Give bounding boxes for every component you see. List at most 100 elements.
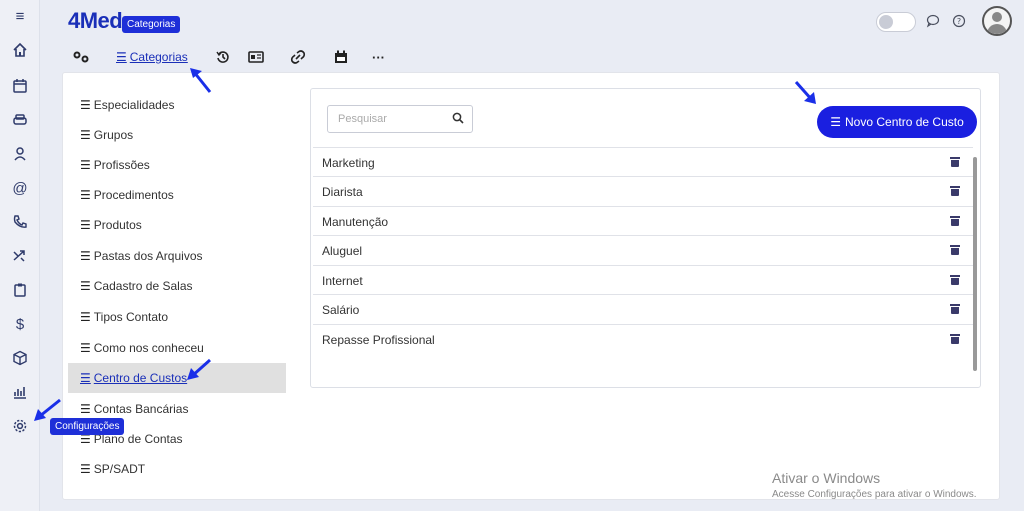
cost-center-panel: ☰ Novo Centro de Custo Marketing Diarist…: [310, 88, 981, 388]
search-box[interactable]: [327, 105, 473, 133]
top-header: 4Med ?: [40, 0, 1024, 40]
trash-icon[interactable]: [950, 216, 960, 226]
menu-item-cadastro-salas[interactable]: ☰ Cadastro de Salas: [78, 271, 284, 301]
menu-item-label: Cadastro de Salas: [93, 279, 193, 293]
menu-item-como-nos-conheceu[interactable]: ☰ Como nos conheceu: [78, 333, 284, 363]
list-item[interactable]: Marketing: [313, 147, 973, 177]
trash-icon[interactable]: [950, 275, 960, 285]
chat-icon[interactable]: [924, 12, 942, 30]
menu-item-grupos[interactable]: ☰ Grupos: [78, 120, 284, 150]
toggle-knob: [879, 15, 893, 29]
list-icon: ☰: [80, 341, 91, 355]
list-item[interactable]: Internet: [313, 265, 973, 295]
menu-item-label: Produtos: [93, 218, 142, 232]
annotation-arrow-icon: [34, 398, 61, 421]
menu-item-label: SP/SADT: [93, 462, 146, 476]
menu-item-label: Grupos: [93, 128, 134, 142]
list-item[interactable]: Repasse Profissional: [313, 324, 973, 354]
list-item[interactable]: Aluguel: [313, 235, 973, 265]
user-avatar[interactable]: [982, 6, 1012, 36]
help-icon[interactable]: ?: [950, 12, 968, 30]
watermark-subtitle: Acesse Configurações para ativar o Windo…: [772, 489, 977, 500]
calendar-icon[interactable]: [10, 76, 30, 96]
chart-icon[interactable]: [10, 382, 30, 402]
list-icon: ☰: [116, 50, 127, 64]
clipboard-icon[interactable]: [10, 280, 30, 300]
menu-item-label: Tipos Contato: [93, 310, 169, 324]
row-name: Marketing: [322, 155, 375, 170]
svg-text:?: ?: [957, 17, 961, 26]
avatar-head: [992, 12, 1002, 22]
hamburger-menu-icon[interactable]: ≡: [10, 6, 30, 26]
cube-icon[interactable]: [10, 348, 30, 368]
menu-item-produtos[interactable]: ☰ Produtos: [78, 210, 284, 240]
home-icon[interactable]: [10, 40, 30, 60]
shuffle-icon[interactable]: [10, 246, 30, 266]
row-name: Diarista: [322, 184, 363, 199]
phone-icon[interactable]: [10, 212, 30, 232]
list-icon: ☰: [830, 115, 842, 129]
sofa-icon[interactable]: [10, 110, 30, 130]
list-icon: ☰: [80, 402, 91, 416]
search-input[interactable]: [338, 113, 448, 125]
menu-item-procedimentos[interactable]: ☰ Procedimentos: [78, 180, 284, 210]
search-icon[interactable]: [452, 112, 464, 127]
menu-item-label: Centro de Custos: [93, 371, 188, 385]
menu-item-pastas-arquivos[interactable]: ☰ Pastas dos Arquivos: [78, 241, 284, 271]
list-item[interactable]: Manutenção: [313, 206, 973, 236]
id-card-icon[interactable]: [248, 48, 264, 66]
row-name: Manutenção: [322, 214, 389, 229]
menu-item-profissoes[interactable]: ☰ Profissões: [78, 150, 284, 180]
list-icon: ☰: [80, 98, 91, 112]
trash-icon[interactable]: [950, 334, 960, 344]
windows-activation-watermark: Ativar o Windows Acesse Configurações pa…: [772, 470, 977, 500]
menu-item-label: Especialidades: [93, 98, 175, 112]
gear-icon[interactable]: [10, 416, 30, 436]
list-scrollbar[interactable]: [973, 157, 977, 371]
history-icon[interactable]: [216, 48, 230, 66]
menu-item-centro-custos[interactable]: ☰ Centro de Custos: [68, 363, 286, 393]
trash-icon[interactable]: [950, 304, 960, 314]
user-icon[interactable]: [10, 144, 30, 164]
row-name: Internet: [322, 273, 363, 288]
list-icon: ☰: [80, 371, 91, 385]
menu-item-label: Procedimentos: [93, 188, 174, 202]
list-icon: ☰: [80, 158, 91, 172]
theme-toggle[interactable]: [876, 12, 916, 32]
categorias-tab[interactable]: ☰ Categorias: [116, 48, 188, 66]
menu-item-tipos-contato[interactable]: ☰ Tipos Contato: [78, 302, 284, 332]
row-name: Salário: [322, 302, 360, 317]
watermark-title: Ativar o Windows: [772, 470, 881, 486]
left-nav-rail: ≡ @ $: [0, 0, 40, 511]
trash-icon[interactable]: [950, 186, 960, 196]
list-item[interactable]: Diarista: [313, 176, 973, 206]
gears-icon[interactable]: [72, 48, 90, 66]
trash-icon[interactable]: [950, 245, 960, 255]
link-icon[interactable]: [290, 48, 306, 66]
annotation-arrow-icon: [187, 358, 211, 380]
menu-item-label: Contas Bancárias: [93, 402, 189, 416]
annotation-arrow-icon: [190, 68, 212, 93]
menu-item-sp-sadt[interactable]: ☰ SP/SADT: [78, 454, 284, 484]
menu-item-especialidades[interactable]: ☰ Especialidades: [78, 90, 284, 120]
menu-item-label: Pastas dos Arquivos: [93, 249, 203, 263]
menu-item-label: Profissões: [93, 158, 150, 172]
trash-icon[interactable]: [950, 157, 960, 167]
calendar-fill-icon[interactable]: [334, 48, 348, 66]
list-icon: ☰: [80, 279, 91, 293]
at-sign-icon[interactable]: @: [10, 178, 30, 198]
list-icon: ☰: [80, 249, 91, 263]
app-logo: 4Med: [68, 8, 123, 33]
annotation-arrow-icon: [794, 81, 816, 104]
categorias-tab-label: Categorias: [129, 50, 188, 64]
list-icon: ☰: [80, 310, 91, 324]
more-options-icon[interactable]: ···: [372, 48, 385, 66]
list-item[interactable]: Salário: [313, 294, 973, 324]
list-icon: ☰: [80, 188, 91, 202]
list-icon: ☰: [80, 462, 91, 476]
list-icon: ☰: [80, 128, 91, 142]
new-cost-center-button[interactable]: ☰ Novo Centro de Custo: [817, 106, 977, 138]
new-cost-center-label: Novo Centro de Custo: [845, 115, 964, 129]
list-icon: ☰: [80, 218, 91, 232]
dollar-icon[interactable]: $: [10, 314, 30, 334]
